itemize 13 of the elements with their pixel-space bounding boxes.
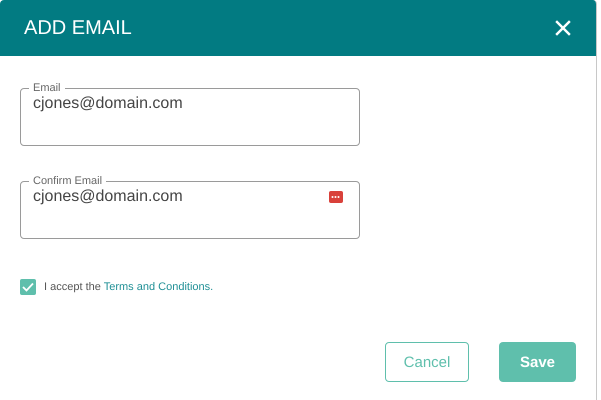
autofill-icon[interactable] bbox=[329, 191, 343, 203]
email-input[interactable]: cjones@domain.com bbox=[33, 95, 343, 113]
field-label: Email bbox=[32, 81, 62, 95]
dialog-title: ADD EMAIL bbox=[24, 16, 132, 40]
email-field[interactable]: Confirm Email cjones@domain.com bbox=[20, 174, 360, 239]
close-icon bbox=[555, 20, 571, 36]
email-input[interactable]: cjones@domain.com bbox=[33, 188, 329, 206]
accept-checkbox[interactable] bbox=[20, 279, 36, 295]
field-label: Confirm Email bbox=[32, 174, 104, 188]
terms-link[interactable]: Terms and Conditions. bbox=[104, 281, 214, 293]
close-button[interactable] bbox=[555, 20, 571, 36]
accept-text: I accept the Terms and Conditions. bbox=[44, 281, 214, 293]
email-field[interactable]: Email cjones@domain.com bbox=[20, 81, 360, 146]
